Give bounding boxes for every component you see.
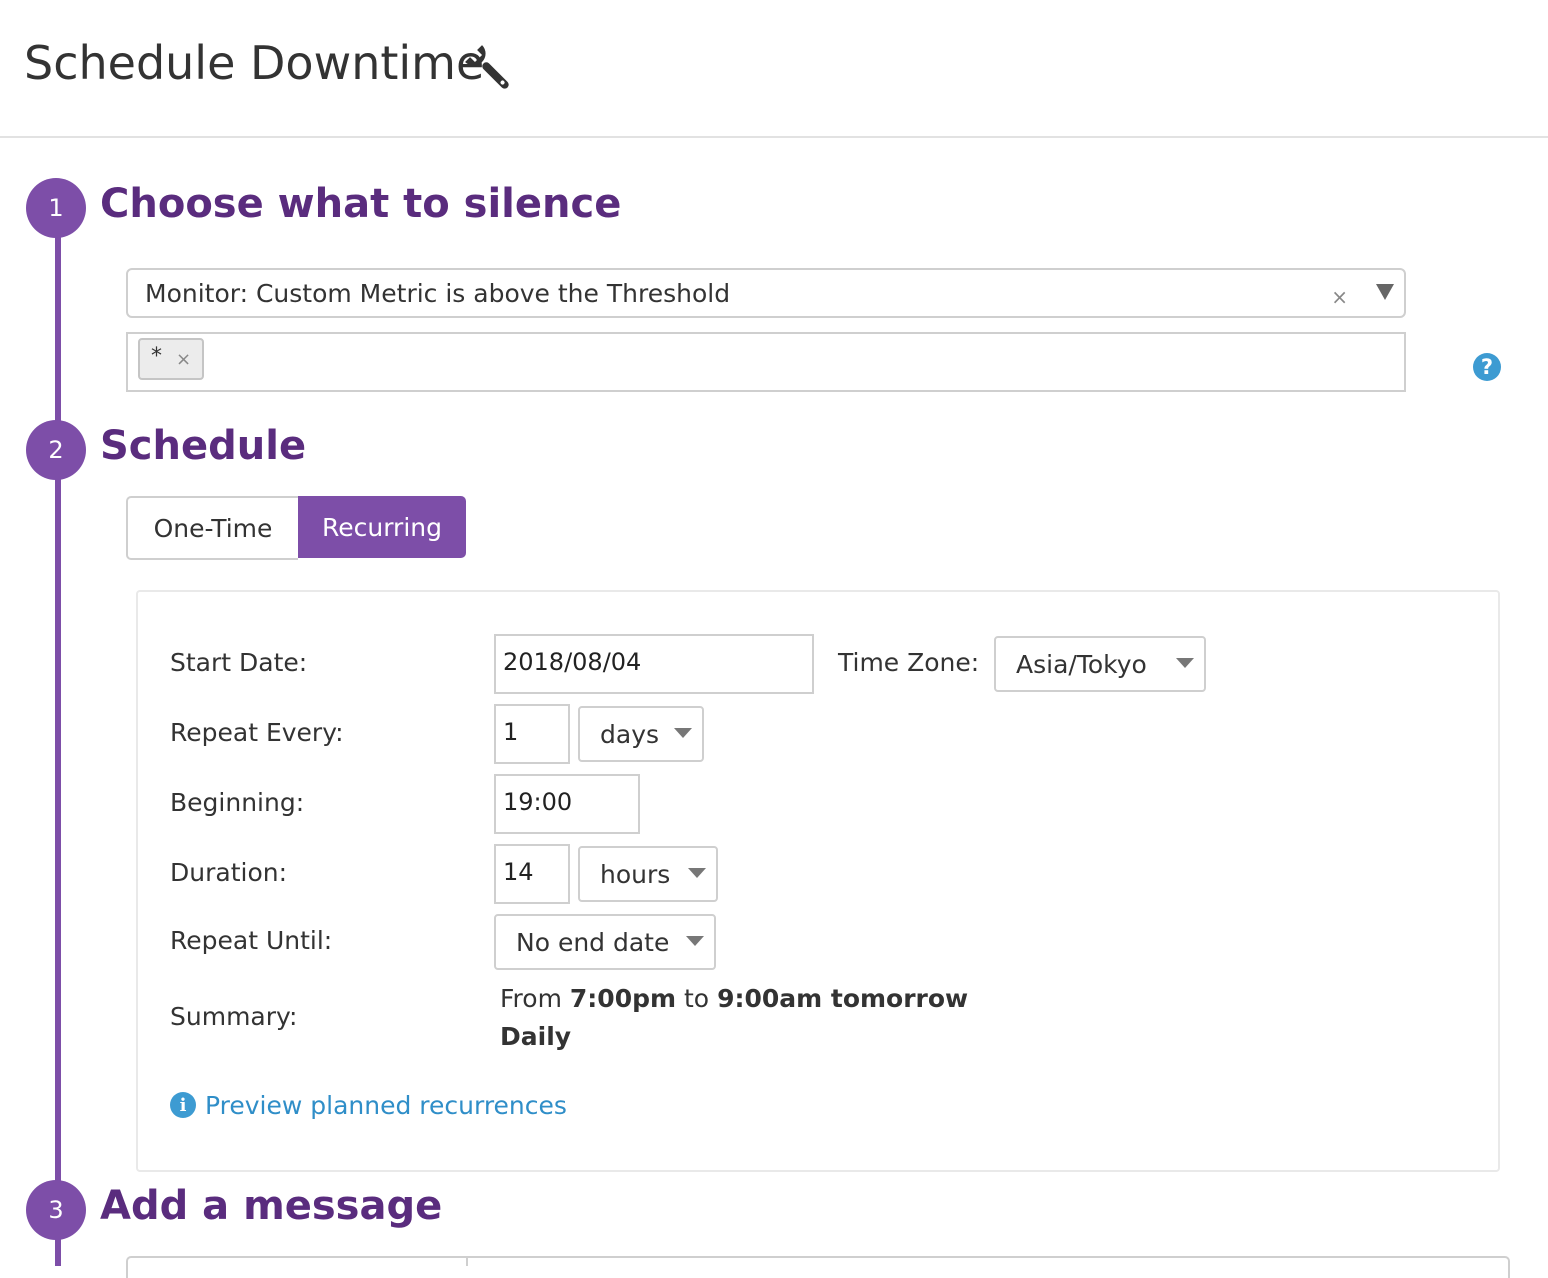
clear-selection-icon[interactable]: × bbox=[1331, 285, 1348, 309]
monitor-select[interactable]: Monitor: Custom Metric is above the Thre… bbox=[126, 268, 1406, 318]
remove-tag-icon[interactable]: × bbox=[176, 349, 191, 370]
info-icon: i bbox=[170, 1092, 196, 1118]
start-date-input[interactable]: 2018/08/04 bbox=[494, 634, 814, 694]
beginning-label: Beginning: bbox=[170, 788, 305, 817]
monitor-select-value: Monitor: Custom Metric is above the Thre… bbox=[145, 279, 731, 308]
summary-label: Summary: bbox=[170, 1002, 298, 1031]
step-2-title: Schedule bbox=[100, 423, 307, 469]
page-title: Schedule Downtime bbox=[24, 36, 485, 90]
tab-recurring[interactable]: Recurring bbox=[298, 496, 466, 558]
summary-text: From 7:00pm to 9:00am tomorrow Daily bbox=[500, 980, 968, 1056]
message-editor[interactable] bbox=[126, 1256, 1510, 1278]
dropdown-arrow-icon[interactable] bbox=[1376, 284, 1394, 300]
beginning-time-value: 19:00 bbox=[503, 788, 573, 816]
repeat-unit-select[interactable]: days bbox=[578, 706, 704, 762]
chevron-down-icon bbox=[674, 728, 692, 738]
preview-recurrences-link[interactable]: i Preview planned recurrences bbox=[170, 1088, 567, 1122]
step-2-badge: 2 bbox=[26, 420, 86, 480]
beginning-time-input[interactable]: 19:00 bbox=[494, 774, 640, 834]
time-zone-value: Asia/Tokyo bbox=[1016, 650, 1147, 679]
timeline-line bbox=[55, 208, 61, 1266]
repeat-every-label: Repeat Every: bbox=[170, 718, 344, 747]
step-1-badge: 1 bbox=[26, 178, 86, 238]
duration-unit-select[interactable]: hours bbox=[578, 846, 718, 902]
wrench-icon bbox=[465, 45, 509, 89]
duration-label: Duration: bbox=[170, 858, 288, 887]
scope-tag-label: * bbox=[151, 344, 162, 369]
header-divider bbox=[0, 136, 1548, 138]
tab-one-time[interactable]: One-Time bbox=[126, 496, 298, 560]
start-date-label: Start Date: bbox=[170, 648, 308, 677]
repeat-until-value: No end date bbox=[516, 928, 670, 957]
scope-tag-chip: * × bbox=[138, 338, 204, 380]
scope-tags-input[interactable]: * × bbox=[126, 332, 1406, 392]
start-date-value: 2018/08/04 bbox=[503, 648, 642, 676]
repeat-every-input[interactable]: 1 bbox=[494, 704, 570, 764]
step-3-badge: 3 bbox=[26, 1180, 86, 1240]
time-zone-label: Time Zone: bbox=[838, 648, 980, 677]
time-zone-select[interactable]: Asia/Tokyo bbox=[994, 636, 1206, 692]
preview-recurrences-label: Preview planned recurrences bbox=[205, 1090, 567, 1120]
chevron-down-icon bbox=[1176, 658, 1194, 668]
chevron-down-icon bbox=[686, 936, 704, 946]
repeat-until-select[interactable]: No end date bbox=[494, 914, 716, 970]
step-3-title: Add a message bbox=[100, 1183, 443, 1229]
repeat-every-value: 1 bbox=[503, 718, 519, 746]
step-1-title: Choose what to silence bbox=[100, 181, 622, 227]
help-icon[interactable]: ? bbox=[1473, 353, 1501, 381]
repeat-unit-value: days bbox=[600, 720, 660, 749]
recurring-schedule-panel bbox=[136, 590, 1500, 1172]
duration-value: 14 bbox=[503, 858, 534, 886]
chevron-down-icon bbox=[688, 868, 706, 878]
message-editor-divider bbox=[466, 1256, 468, 1266]
repeat-until-label: Repeat Until: bbox=[170, 926, 333, 955]
summary-frequency: Daily bbox=[500, 1022, 572, 1051]
duration-input[interactable]: 14 bbox=[494, 844, 570, 904]
summary-time-range: From 7:00pm to 9:00am tomorrow bbox=[500, 984, 969, 1013]
duration-unit-value: hours bbox=[600, 860, 671, 889]
